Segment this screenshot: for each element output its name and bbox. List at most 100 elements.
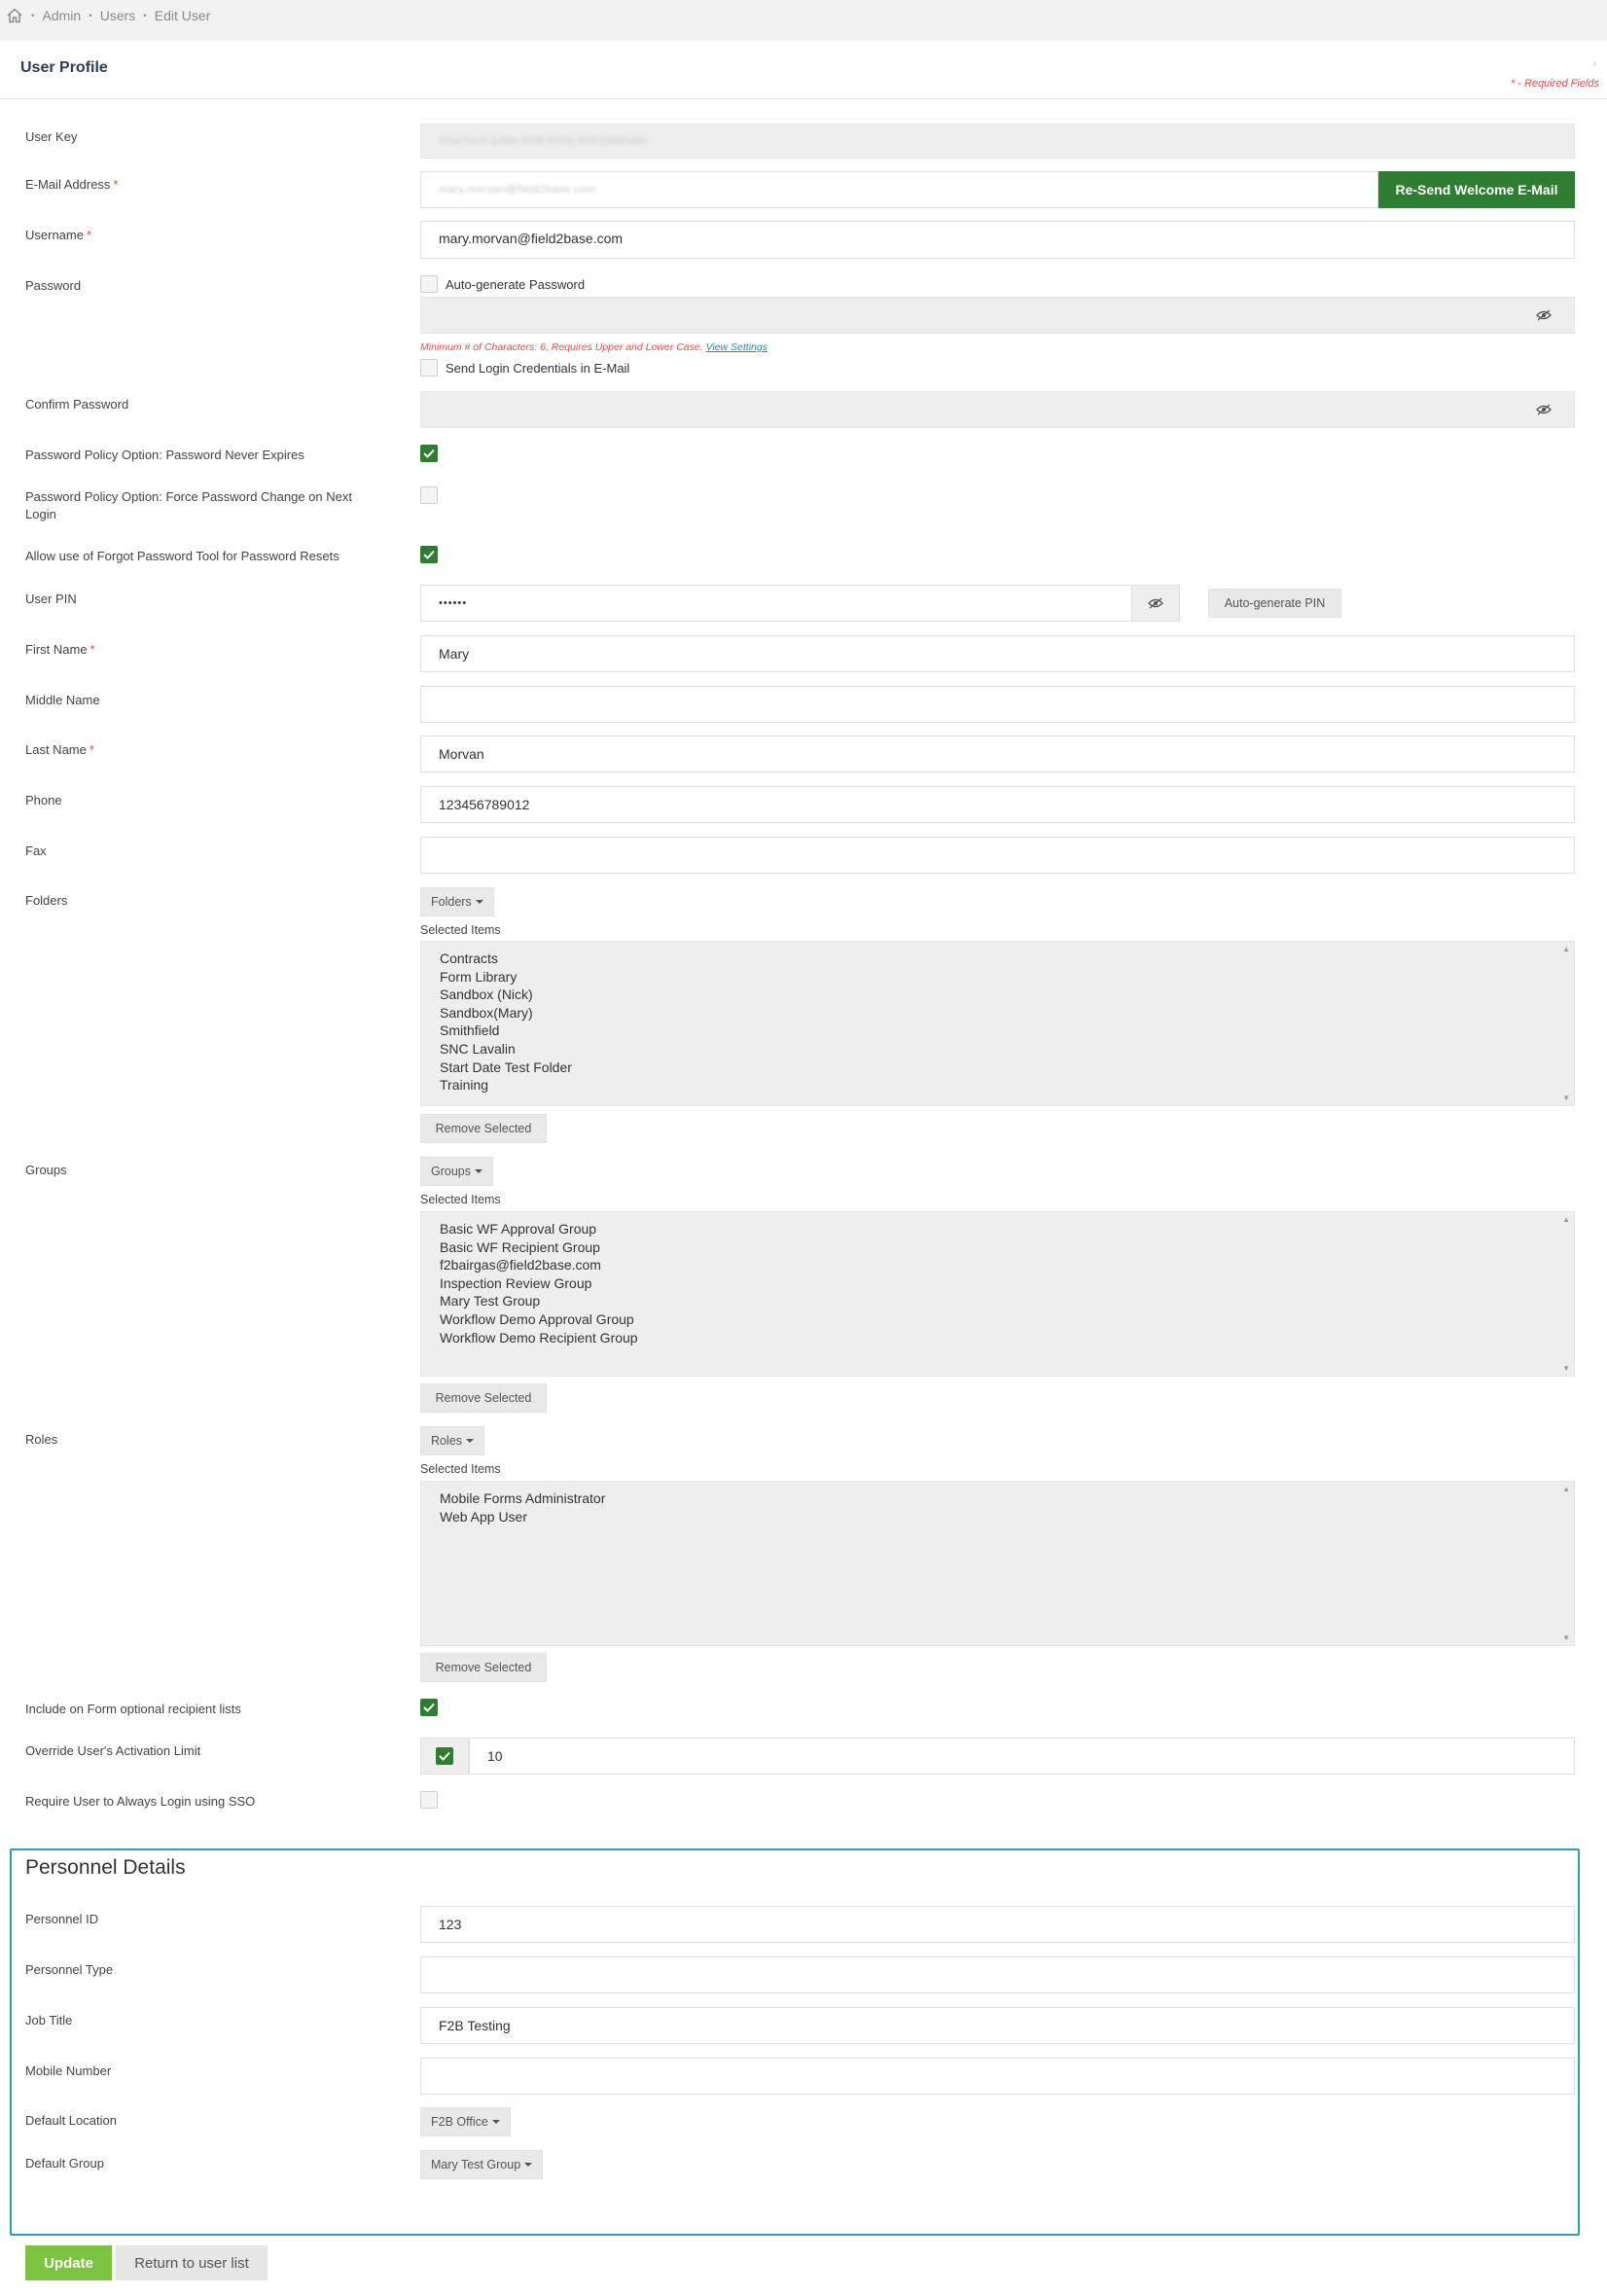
user-pin-input[interactable]: •••••• <box>420 585 1132 622</box>
list-item[interactable]: Inspection Review Group <box>440 1274 1555 1293</box>
list-item[interactable]: Smithfield <box>440 1022 1555 1040</box>
last-name-label-text: Last Name <box>25 742 87 757</box>
user-key-value: 1f3e7ac0-1d9b-4b5f-8c8d-3f2b1f9d6a8c <box>439 135 648 147</box>
phone-value: 123456789012 <box>439 797 530 812</box>
list-item[interactable]: Mary Test Group <box>440 1292 1555 1310</box>
scroll-down-icon[interactable]: ▼ <box>1562 1633 1570 1642</box>
default-group-label: Default Group <box>25 2156 104 2170</box>
chevron-down-icon <box>475 900 483 904</box>
override-limit-checkbox-wrap <box>420 1738 469 1775</box>
folders-remove-selected-button[interactable]: Remove Selected <box>420 1114 547 1143</box>
breadcrumb-admin[interactable]: Admin <box>43 8 82 23</box>
confirm-password-visibility-icon[interactable] <box>1536 404 1552 415</box>
folders-dropdown[interactable]: Folders <box>420 887 494 916</box>
breadcrumb-edit-user: Edit User <box>154 8 211 23</box>
roles-dropdown[interactable]: Roles <box>420 1426 484 1455</box>
username-input[interactable]: mary.morvan@field2base.com <box>420 221 1575 259</box>
password-policy-hint: Minimum # of Characters: 6, Requires Upp… <box>420 341 768 353</box>
user-key-label: User Key <box>25 129 78 144</box>
list-item[interactable]: Basic WF Approval Group <box>440 1220 1555 1238</box>
resend-welcome-email-button[interactable]: Re-Send Welcome E-Mail <box>1378 171 1575 208</box>
user-key-field: 1f3e7ac0-1d9b-4b5f-8c8d-3f2b1f9d6a8c <box>420 124 1575 159</box>
scroll-down-icon[interactable]: ▼ <box>1562 1094 1570 1102</box>
scroll-up-icon[interactable]: ▲ <box>1562 945 1570 953</box>
list-item[interactable]: Workflow Demo Recipient Group <box>440 1329 1555 1347</box>
roles-remove-selected-button[interactable]: Remove Selected <box>420 1653 547 1682</box>
list-item[interactable]: Start Date Test Folder <box>440 1058 1555 1077</box>
chevron-down-icon <box>491 2120 500 2124</box>
mobile-number-input[interactable] <box>420 2058 1575 2095</box>
groups-dropdown-label: Groups <box>431 1165 471 1178</box>
update-button[interactable]: Update <box>25 2245 112 2280</box>
fax-input[interactable] <box>420 837 1575 874</box>
scroll-up-icon[interactable]: ▲ <box>1562 1485 1570 1493</box>
email-input[interactable]: mary.morvan@field2base.com <box>420 171 1378 208</box>
groups-dropdown[interactable]: Groups <box>420 1157 493 1186</box>
phone-label: Phone <box>25 793 62 807</box>
personnel-id-input[interactable]: 123 <box>420 1906 1575 1943</box>
job-title-input[interactable]: F2B Testing <box>420 2007 1575 2044</box>
default-group-dropdown[interactable]: Mary Test Group <box>420 2150 544 2179</box>
auto-generate-password-checkbox[interactable] <box>420 275 438 293</box>
last-name-value: Morvan <box>439 746 484 762</box>
require-sso-checkbox[interactable] <box>420 1791 438 1809</box>
personnel-type-input[interactable] <box>420 1956 1575 1993</box>
groups-listbox[interactable]: Basic WF Approval Group Basic WF Recipie… <box>420 1211 1575 1377</box>
override-limit-input[interactable]: 10 <box>469 1738 1575 1775</box>
chevron-down-icon <box>475 1169 482 1173</box>
first-name-input[interactable]: Mary <box>420 635 1575 672</box>
force-change-checkbox[interactable] <box>420 486 438 504</box>
phone-input[interactable]: 123456789012 <box>420 786 1575 823</box>
list-item[interactable]: Web App User <box>440 1508 1555 1526</box>
fax-label: Fax <box>25 843 47 858</box>
list-item[interactable]: Training <box>440 1076 1555 1094</box>
forgot-password-tool-checkbox[interactable] <box>420 546 438 563</box>
folders-label: Folders <box>25 893 68 908</box>
include-optional-checkbox[interactable] <box>420 1699 438 1716</box>
username-label: Username * <box>25 228 92 242</box>
password-label: Password <box>25 278 82 293</box>
breadcrumb-users[interactable]: Users <box>100 8 136 23</box>
list-item[interactable]: Sandbox(Mary) <box>440 1004 1555 1022</box>
auto-generate-pin-button[interactable]: Auto-generate PIN <box>1208 589 1341 618</box>
confirm-password-input[interactable] <box>420 391 1575 428</box>
breadcrumb-separator: • <box>89 10 92 21</box>
send-credentials-row: Send Login Credentials in E-Mail <box>420 359 629 377</box>
password-input[interactable] <box>420 297 1575 334</box>
view-settings-link[interactable]: View Settings <box>706 341 768 353</box>
list-item[interactable]: Basic WF Recipient Group <box>440 1238 1555 1257</box>
groups-remove-selected-button[interactable]: Remove Selected <box>420 1383 547 1413</box>
folders-dropdown-label: Folders <box>431 895 472 909</box>
list-item[interactable]: SNC Lavalin <box>440 1040 1555 1058</box>
header-dot: › <box>1592 58 1596 69</box>
override-limit-checkbox[interactable] <box>436 1747 453 1765</box>
last-name-input[interactable]: Morvan <box>420 735 1575 772</box>
middle-name-input[interactable] <box>420 686 1575 723</box>
scroll-down-icon[interactable]: ▼ <box>1562 1364 1570 1373</box>
groups-selected-label: Selected Items <box>420 1193 501 1206</box>
home-icon[interactable] <box>6 7 23 24</box>
pin-visibility-toggle[interactable] <box>1131 585 1180 622</box>
list-item[interactable]: Form Library <box>440 968 1555 987</box>
folders-listbox[interactable]: Contracts Form Library Sandbox (Nick) Sa… <box>420 941 1575 1106</box>
password-visibility-icon[interactable] <box>1536 309 1552 321</box>
default-location-label: Default Location <box>25 2113 117 2128</box>
list-item[interactable]: Sandbox (Nick) <box>440 986 1555 1004</box>
job-title-label: Job Title <box>25 2013 73 2027</box>
list-item[interactable]: Workflow Demo Approval Group <box>440 1310 1555 1329</box>
job-title-value: F2B Testing <box>439 2018 511 2033</box>
personnel-id-label: Personnel ID <box>25 1912 99 1926</box>
default-location-dropdown[interactable]: F2B Office <box>420 2107 511 2136</box>
scroll-up-icon[interactable]: ▲ <box>1562 1215 1570 1224</box>
send-credentials-label: Send Login Credentials in E-Mail <box>446 360 630 376</box>
require-sso-label: Require User to Always Login using SSO <box>25 1794 256 1809</box>
return-to-user-list-button[interactable]: Return to user list <box>116 2245 268 2280</box>
list-item[interactable]: f2bairgas@field2base.com <box>440 1256 1555 1274</box>
list-item[interactable]: Mobile Forms Administrator <box>440 1489 1555 1508</box>
send-credentials-checkbox[interactable] <box>420 359 438 377</box>
roles-listbox[interactable]: Mobile Forms Administrator Web App User … <box>420 1481 1575 1646</box>
never-expires-checkbox[interactable] <box>420 445 438 462</box>
never-expires-label: Password Policy Option: Password Never E… <box>25 448 304 462</box>
user-pin-value: •••••• <box>439 597 468 609</box>
list-item[interactable]: Contracts <box>440 950 1555 968</box>
